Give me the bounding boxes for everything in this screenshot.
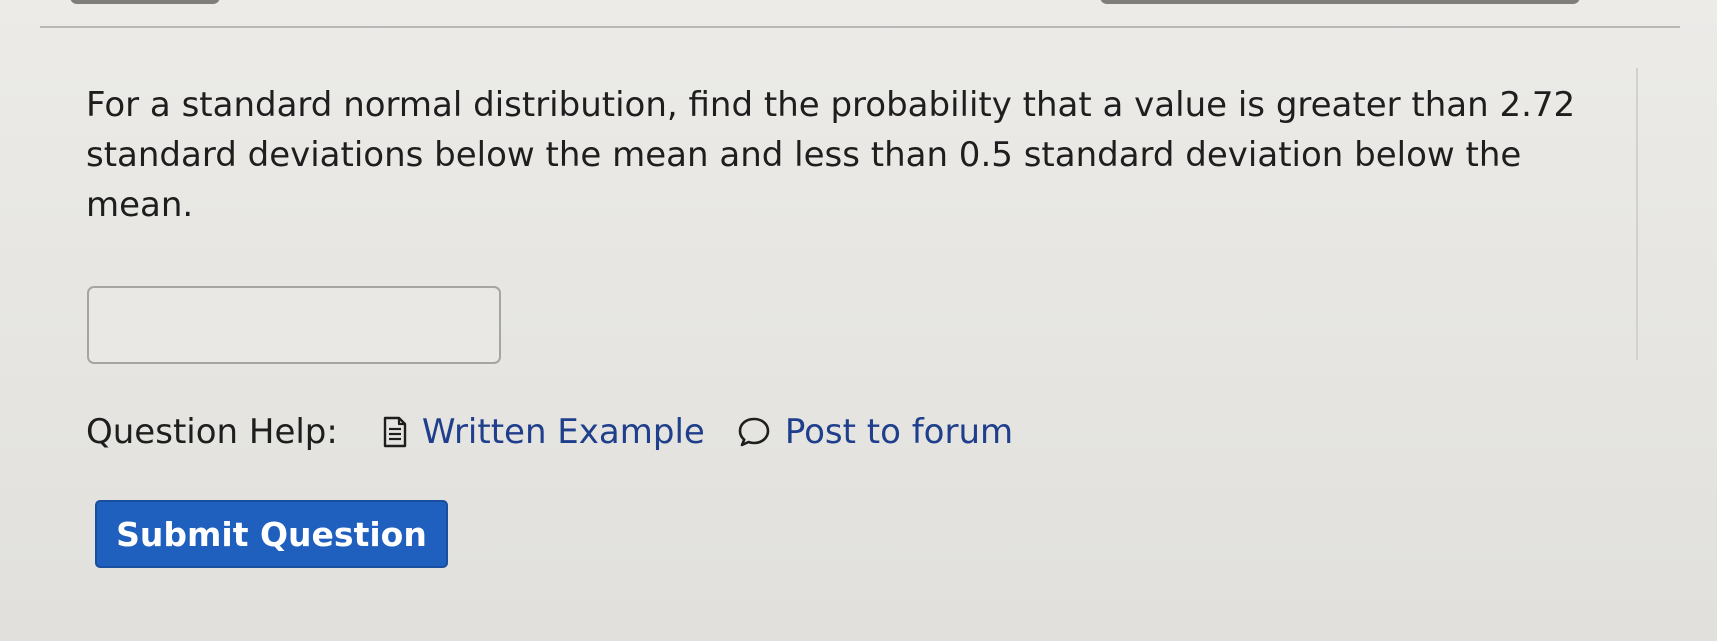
document-icon <box>382 416 408 448</box>
post-to-forum-label: Post to forum <box>784 412 1014 452</box>
answer-input[interactable] <box>87 286 501 364</box>
post-to-forum-link[interactable]: Post to forum <box>737 412 1013 452</box>
submit-question-button[interactable]: Submit Question <box>95 500 448 568</box>
question-line-3: mean. <box>86 185 194 225</box>
written-example-label: Written Example <box>421 412 705 452</box>
question-line-2: standard deviations below the mean and l… <box>86 135 1522 175</box>
header-strip-cropped <box>40 0 1680 8</box>
question-help: Question Help: Written Example Post to f… <box>86 404 1045 460</box>
header-fragment-right <box>1100 0 1580 4</box>
header-divider <box>40 26 1680 28</box>
question-text: For a standard normal distribution, find… <box>86 80 1646 230</box>
question-help-label: Question Help: <box>86 412 338 452</box>
speech-bubble-icon <box>737 416 771 448</box>
header-fragment-left <box>70 0 220 4</box>
written-example-link[interactable]: Written Example <box>382 412 705 452</box>
question-line-1: For a standard normal distribution, find… <box>86 85 1576 125</box>
